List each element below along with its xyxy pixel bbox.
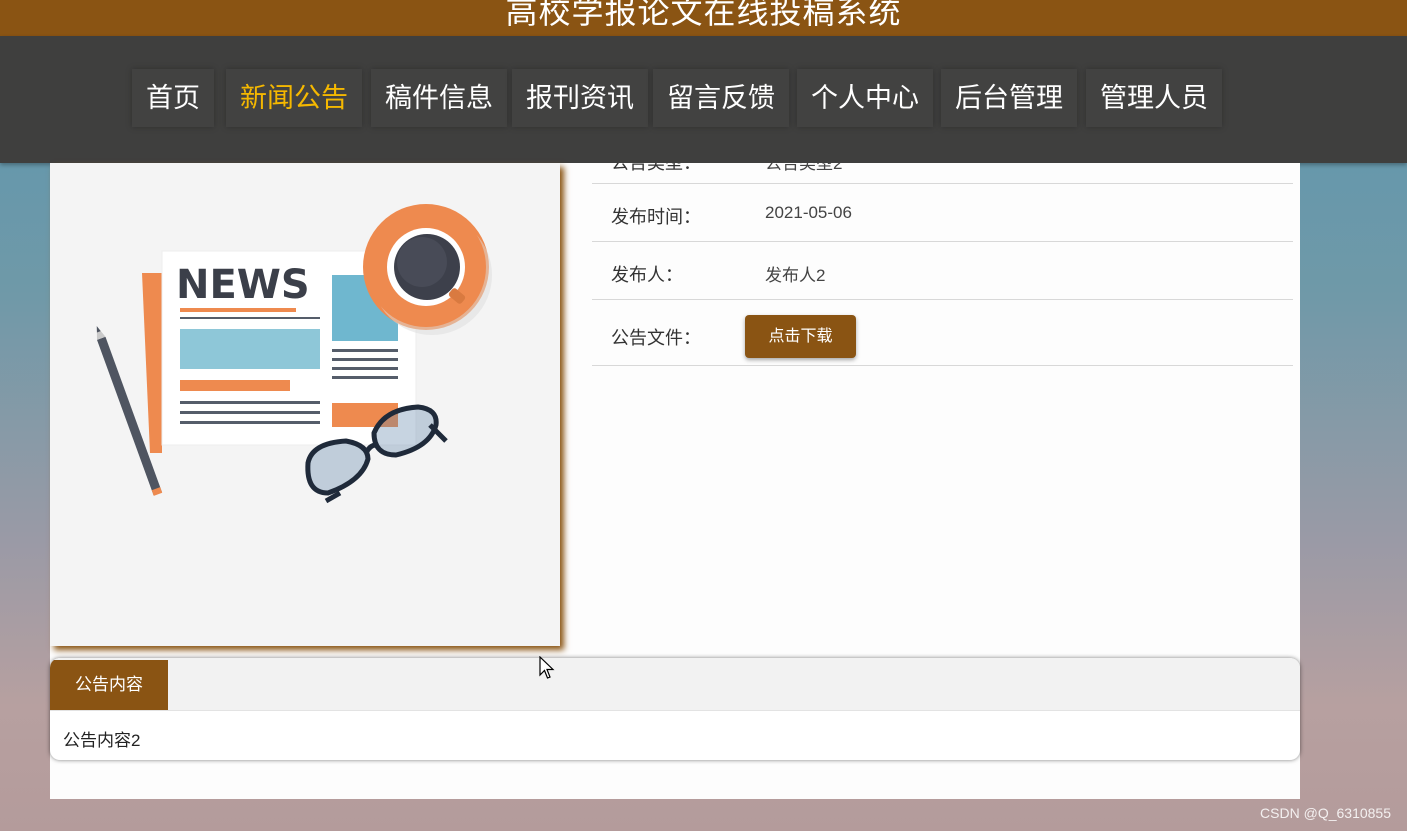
nav-item-home[interactable]: 首页: [132, 69, 214, 127]
file-label: 公告文件：: [611, 328, 701, 348]
news-image-card: NEWS: [50, 163, 560, 646]
main-nav: 首页 新闻公告 稿件信息 报刊资讯 留言反馈 个人中心 后台管理 管理人员: [0, 36, 1407, 163]
download-button[interactable]: 点击下载: [745, 315, 856, 358]
news-text: NEWS: [176, 262, 310, 308]
nav-item-admin[interactable]: 后台管理: [941, 69, 1077, 127]
nav-item-news[interactable]: 新闻公告: [226, 69, 362, 127]
watermark: CSDN @Q_6310855: [1260, 805, 1391, 821]
type-value: 公告类型2: [765, 163, 843, 173]
nav-item-profile[interactable]: 个人中心: [797, 69, 933, 127]
nav-item-feedback[interactable]: 留言反馈: [653, 69, 789, 127]
tab-notice-content[interactable]: 公告内容: [50, 660, 168, 710]
type-label: 公告类型：: [611, 163, 701, 173]
notice-info: 公告类型： 公告类型2 发布时间： 2021-05-06 发布人： 发布人2 公…: [592, 163, 1293, 366]
file-row: 公告文件： 点击下载: [592, 300, 1293, 366]
site-title: 高校学报论文在线投稿系统: [505, 0, 902, 30]
publisher-value: 发布人2: [765, 266, 826, 285]
content-panel: 公告内容 公告内容2: [50, 658, 1300, 760]
nav-item-staff[interactable]: 管理人员: [1086, 69, 1222, 127]
type-row: 公告类型： 公告类型2: [592, 163, 1293, 184]
notice-body: 公告内容2: [63, 731, 141, 750]
time-label: 发布时间：: [611, 207, 701, 227]
nav-item-manuscripts[interactable]: 稿件信息: [371, 69, 507, 127]
nav-item-journal-news[interactable]: 报刊资讯: [512, 69, 648, 127]
news-illustration-icon: NEWS: [96, 204, 492, 504]
time-row: 发布时间： 2021-05-06: [592, 184, 1293, 242]
detail-content: NEWS 公告类型： 公告类型2 发布时间： 2021-05-06 发布人： 发…: [50, 163, 1300, 799]
time-value: 2021-05-06: [765, 203, 852, 222]
mouse-cursor-icon: [539, 656, 555, 679]
publisher-label: 发布人：: [611, 265, 683, 285]
publisher-row: 发布人： 发布人2: [592, 242, 1293, 300]
site-header: 高校学报论文在线投稿系统: [0, 0, 1407, 36]
panel-header: 公告内容: [50, 658, 1300, 711]
